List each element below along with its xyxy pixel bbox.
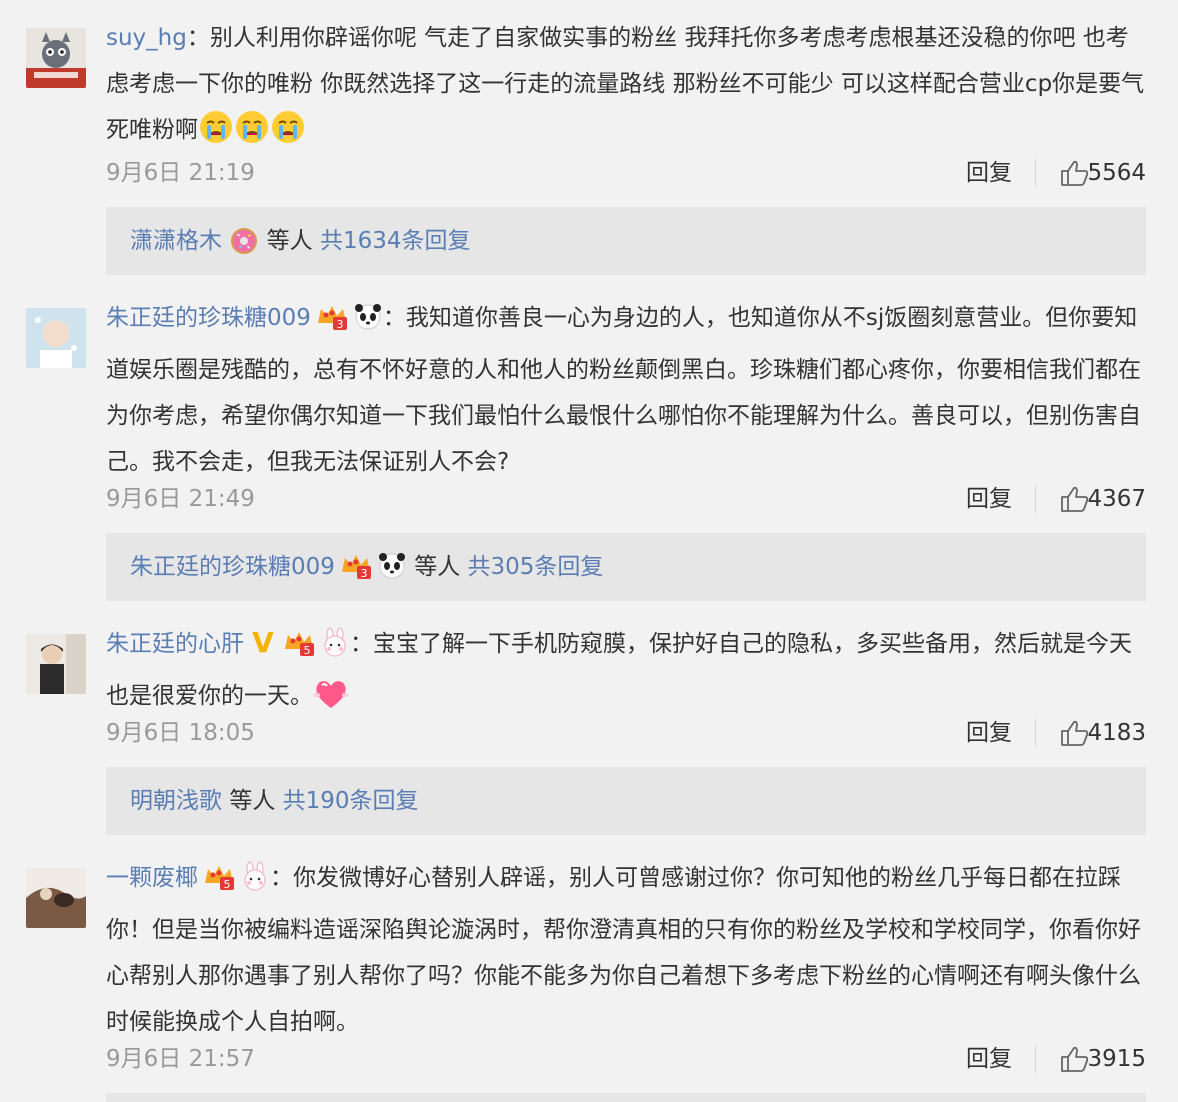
colon: ： bbox=[186, 25, 210, 51]
replies-summary[interactable]: 潇潇格木 等人 共1634条回复 bbox=[106, 207, 1146, 275]
like-count: 4367 bbox=[1087, 486, 1146, 512]
thumbs-up-icon[interactable] bbox=[1060, 1045, 1090, 1086]
username-link[interactable]: suy_hg bbox=[106, 25, 187, 51]
avatar[interactable] bbox=[26, 308, 86, 368]
thumbs-up-icon[interactable] bbox=[1060, 159, 1090, 200]
crown-vip-icon: 3 bbox=[315, 301, 349, 347]
comment-meta: 9月6日 18:05 回复 4183 bbox=[106, 713, 1146, 753]
vip-level: 3 bbox=[360, 567, 367, 580]
comment-body: 一颗废椰 5 ：你发微博好心替别人辟谣，别人可曾感谢过你？你可知他的粉丝几乎每日都在… bbox=[106, 855, 1146, 1045]
reply-separator-text: 等人 bbox=[229, 788, 276, 814]
comment-body: 朱正廷的珍珠糖009 3 ：我知道你善良一心为身边的人，也知道你从不sj饭圈刻意营业… bbox=[106, 295, 1146, 485]
avatar[interactable] bbox=[26, 28, 86, 88]
panda-icon bbox=[377, 539, 407, 607]
comment-body: 朱正廷的心肝 V 5 ：宝宝了解一下手机防窥膜，保护好自己的隐私，多买些备用，然后就是… bbox=[106, 621, 1146, 727]
reply-button[interactable]: 回复 bbox=[966, 1039, 1012, 1079]
colon: ： bbox=[270, 865, 293, 891]
vip-level: 3 bbox=[336, 318, 343, 331]
divider bbox=[1035, 719, 1036, 747]
crown-vip-icon: 3 bbox=[339, 539, 373, 607]
reply-separator-text: 等人 bbox=[266, 228, 313, 254]
crown-vip-icon: 5 bbox=[282, 627, 316, 673]
reply-separator-text: 等人 bbox=[414, 554, 461, 580]
like-count: 3915 bbox=[1087, 1046, 1146, 1072]
crown-vip-icon: 5 bbox=[202, 861, 236, 907]
timestamp: 9月6日 18:05 bbox=[106, 720, 255, 746]
thumbs-up-icon[interactable] bbox=[1060, 485, 1090, 526]
comment-meta: 9月6日 21:49 回复 4367 bbox=[106, 479, 1146, 519]
verified-v-icon: V bbox=[248, 626, 278, 673]
divider bbox=[1035, 159, 1036, 187]
reply-total-link[interactable]: 共305条回复 bbox=[468, 554, 604, 580]
reply-username[interactable]: 潇潇格木 bbox=[130, 228, 222, 254]
like-count: 5564 bbox=[1087, 160, 1146, 186]
bunny-icon bbox=[240, 861, 270, 907]
username-link[interactable]: 朱正廷的心肝 bbox=[106, 631, 244, 657]
replies-summary[interactable]: 朱正廷的珍珠糖009 3 等人 共305条回复 bbox=[106, 533, 1146, 601]
timestamp: 9月6日 21:49 bbox=[106, 486, 255, 512]
panda-icon bbox=[353, 301, 383, 347]
reply-total-link[interactable]: 共190条回复 bbox=[283, 788, 419, 814]
avatar[interactable] bbox=[26, 634, 86, 694]
vip-level: 5 bbox=[304, 644, 311, 657]
colon: ： bbox=[382, 305, 406, 331]
thumbs-up-icon[interactable] bbox=[1060, 719, 1090, 760]
colon: ： bbox=[350, 631, 373, 657]
username-link[interactable]: 朱正廷的珍珠糖009 bbox=[106, 305, 311, 331]
reply-total-link[interactable]: 共1634条回复 bbox=[320, 228, 471, 254]
comment-body: suy_hg：别人利用你辟谣你呢 气走了自家做实事的粉丝 我拜托你多考虑考虑根基… bbox=[106, 15, 1146, 161]
replies-summary[interactable] bbox=[106, 1093, 1146, 1102]
reply-username[interactable]: 朱正廷的珍珠糖009 bbox=[130, 554, 335, 580]
divider bbox=[1035, 485, 1036, 513]
bunny-icon bbox=[320, 627, 350, 673]
verified-mark: V bbox=[252, 627, 274, 657]
timestamp: 9月6日 21:57 bbox=[106, 1046, 255, 1072]
vip-level: 5 bbox=[224, 878, 231, 891]
reply-button[interactable]: 回复 bbox=[966, 713, 1012, 753]
reply-button[interactable]: 回复 bbox=[966, 153, 1012, 193]
timestamp: 9月6日 21:19 bbox=[106, 160, 255, 186]
donut-emoji-icon bbox=[229, 215, 259, 283]
reply-username[interactable]: 明朝浅歌 bbox=[130, 788, 222, 814]
comment-meta: 9月6日 21:19 回复 5564 bbox=[106, 153, 1146, 193]
comment-meta: 9月6日 21:57 回复 3915 bbox=[106, 1039, 1146, 1079]
reply-button[interactable]: 回复 bbox=[966, 479, 1012, 519]
username-link[interactable]: 一颗废椰 bbox=[106, 865, 198, 891]
avatar[interactable] bbox=[26, 868, 86, 928]
replies-summary[interactable]: 明朝浅歌 等人 共190条回复 bbox=[106, 767, 1146, 835]
like-count: 4183 bbox=[1087, 720, 1146, 746]
divider bbox=[1035, 1045, 1036, 1073]
